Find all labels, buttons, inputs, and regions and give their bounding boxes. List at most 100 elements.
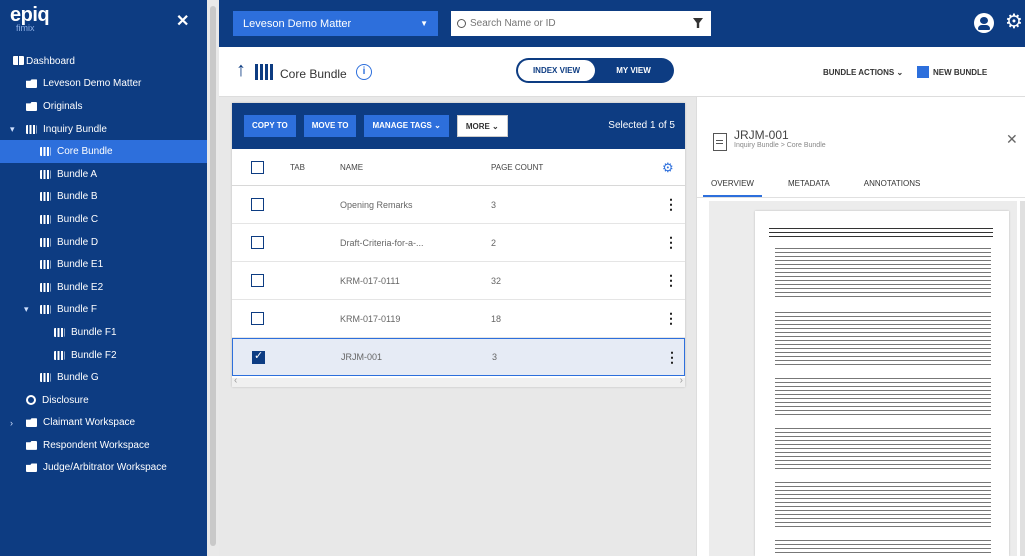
view-toggle: INDEX VIEW MY VIEW (516, 58, 674, 83)
sidebar-item-inquiry-bundle[interactable]: ▾ Inquiry Bundle (0, 118, 207, 141)
name-column-header[interactable]: NAME (340, 163, 363, 172)
sidebar-scrollbar[interactable] (207, 0, 219, 556)
book-icon (40, 192, 51, 202)
tab-annotations[interactable]: ANNOTATIONS (856, 176, 929, 197)
more-button[interactable]: MORE ⌄ (456, 115, 508, 137)
select-all-checkbox[interactable] (251, 160, 264, 174)
expand-caret-icon[interactable]: ▾ (24, 304, 29, 315)
logo-text: epiq (10, 4, 50, 26)
sidebar-item-respondent-workspace[interactable]: Respondent Workspace (0, 434, 207, 457)
document-viewer[interactable] (709, 201, 1017, 556)
index-view-option[interactable]: INDEX VIEW (518, 60, 595, 81)
row-menu-icon[interactable]: ⋮ (664, 272, 678, 289)
table-row[interactable]: JRJM-001 3 ⋮ (232, 338, 685, 376)
folder-icon (26, 79, 37, 89)
row-checkbox[interactable] (251, 274, 264, 287)
new-bundle-button[interactable]: NEW BUNDLE (917, 66, 987, 78)
row-menu-icon[interactable]: ⋮ (664, 310, 678, 327)
search-input[interactable] (470, 18, 670, 29)
document-page (755, 211, 1009, 556)
grid-area: COPY TO MOVE TO MANAGE TAGS ⌄ MORE ⌄ Sel… (219, 97, 696, 556)
sidebar-item-bundle-e1[interactable]: Bundle E1 (0, 253, 207, 276)
tab-column-header[interactable]: TAB (290, 163, 305, 172)
epiq-logo: epiq fimix (10, 4, 70, 36)
move-to-button[interactable]: MOVE TO (303, 115, 357, 137)
page-count-column-header[interactable]: PAGE COUNT (491, 163, 543, 172)
row-menu-icon[interactable]: ⋮ (664, 234, 678, 251)
tab-metadata[interactable]: METADATA (780, 176, 838, 197)
my-view-option[interactable]: MY VIEW (595, 60, 672, 81)
row-checkbox[interactable] (252, 349, 265, 364)
back-arrow-icon[interactable]: ↑ (236, 59, 246, 82)
book-icon (54, 327, 65, 337)
sidebar-item-claimant-workspace[interactable]: › Claimant Workspace (0, 412, 207, 435)
table-row[interactable]: KRM-017-0119 18 ⋮ (232, 300, 685, 338)
sidebar-item-bundle-c[interactable]: Bundle C (0, 208, 207, 231)
book-icon (40, 282, 51, 292)
close-sidebar-icon[interactable]: ✕ (176, 11, 189, 31)
expand-caret-icon[interactable]: ▾ (10, 124, 15, 135)
sidebar-item-label: Bundle F2 (71, 349, 117, 361)
top-bar: Leveson Demo Matter ▼ ⚙ (219, 0, 1025, 47)
search-icon (457, 19, 466, 28)
row-checkbox[interactable] (251, 236, 264, 249)
document-name[interactable]: Opening Remarks (340, 200, 413, 210)
row-menu-icon[interactable]: ⋮ (665, 349, 679, 366)
horizontal-scrollbar[interactable] (232, 375, 685, 387)
expand-caret-icon[interactable]: › (10, 418, 13, 428)
book-icon (40, 214, 51, 224)
sidebar-item-label: Bundle E1 (57, 259, 104, 271)
row-menu-icon[interactable]: ⋮ (664, 196, 678, 213)
sidebar-item-bundle-f2[interactable]: Bundle F2 (0, 344, 207, 367)
sidebar-item-originals[interactable]: Originals (0, 95, 207, 118)
sidebar-item-bundle-g[interactable]: Bundle G (0, 366, 207, 389)
row-checkbox[interactable] (251, 198, 264, 211)
info-icon[interactable]: i (356, 64, 372, 80)
viewer-scrollbar[interactable] (1020, 201, 1025, 556)
sidebar-item-bundle-e2[interactable]: Bundle E2 (0, 276, 207, 299)
sidebar-item-core-bundle[interactable]: Core Bundle (0, 140, 207, 163)
selected-count: Selected 1 of 5 (608, 120, 675, 131)
sidebar-item-bundle-d[interactable]: Bundle D (0, 231, 207, 254)
filter-icon[interactable] (693, 18, 703, 28)
folder-icon (26, 101, 37, 111)
close-panel-icon[interactable]: ✕ (1006, 131, 1018, 148)
search-box[interactable] (451, 11, 711, 36)
bundle-title: Core Bundle (280, 67, 347, 81)
scrollbar-thumb[interactable] (210, 6, 216, 546)
copy-to-button[interactable]: COPY TO (244, 115, 296, 137)
settings-gear-icon[interactable]: ⚙ (1005, 12, 1023, 32)
book-icon (40, 147, 51, 157)
document-name[interactable]: Draft-Criteria-for-a-... (340, 238, 424, 248)
sidebar-item-judge-arbitrator-workspace[interactable]: Judge/Arbitrator Workspace (0, 457, 207, 480)
sidebar-item-dashboard[interactable]: Dashboard (0, 50, 207, 73)
sidebar-item-leveson-demo-matter[interactable]: Leveson Demo Matter (0, 73, 207, 96)
column-settings-icon[interactable]: ⚙ (662, 160, 674, 176)
row-checkbox[interactable] (251, 312, 264, 325)
document-name[interactable]: KRM-017-0111 (340, 276, 400, 286)
sidebar-item-disclosure[interactable]: Disclosure (0, 389, 207, 412)
table-row[interactable]: Draft-Criteria-for-a-... 2 ⋮ (232, 224, 685, 262)
sidebar-item-bundle-f1[interactable]: Bundle F1 (0, 321, 207, 344)
page-paragraph (775, 479, 991, 527)
sidebar-item-bundle-f[interactable]: ▾ Bundle F (0, 299, 207, 322)
sidebar-item-bundle-a[interactable]: Bundle A (0, 163, 207, 186)
bundle-actions-menu[interactable]: BUNDLE ACTIONS ⌄ (823, 68, 903, 77)
folder-icon (26, 463, 37, 473)
document-preview-panel: JRJM-001 Inquiry Bundle > Core Bundle ✕ … (696, 97, 1025, 556)
sidebar-item-bundle-b[interactable]: Bundle B (0, 186, 207, 209)
new-bundle-label: NEW BUNDLE (933, 67, 988, 77)
sidebar-item-label: Inquiry Bundle (43, 123, 107, 135)
matter-dropdown[interactable]: Leveson Demo Matter ▼ (233, 11, 438, 36)
tab-overview[interactable]: OVERVIEW (703, 176, 762, 197)
table-row[interactable]: Opening Remarks 3 ⋮ (232, 186, 685, 224)
document-name[interactable]: KRM-017-0119 (340, 314, 400, 324)
user-account-icon[interactable] (974, 13, 994, 33)
table-row[interactable]: KRM-017-0111 32 ⋮ (232, 262, 685, 300)
book-icon (40, 373, 51, 383)
book-icon (54, 350, 65, 360)
document-name[interactable]: JRJM-001 (341, 352, 382, 362)
document-title: JRJM-001 (734, 128, 789, 142)
sidebar: epiq fimix ✕ Dashboard Leveson Demo Matte… (0, 0, 207, 556)
manage-tags-button[interactable]: MANAGE TAGS ⌄ (364, 115, 449, 137)
